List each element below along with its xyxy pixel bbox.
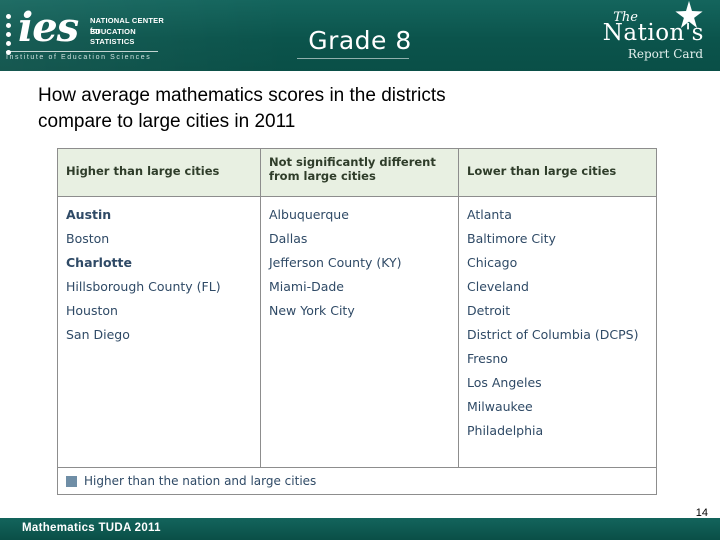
legend-label: Higher than the nation and large cities (84, 474, 317, 488)
list-item: District of Columbia (DCPS) (467, 327, 639, 342)
list-item: Philadelphia (467, 423, 544, 438)
slide-title: How average mathematics scores in the di… (38, 83, 678, 135)
list-item: Atlanta (467, 207, 512, 222)
list-item: Cleveland (467, 279, 529, 294)
list-item: Charlotte (66, 255, 132, 270)
list-item: Detroit (467, 303, 511, 318)
comparison-table: Higher than large cities Not significant… (57, 148, 657, 495)
table-header-not-significant-line1: Not significantly different (269, 155, 436, 169)
list-item: Albuquerque (269, 207, 349, 222)
nrc-report-label: Report Card (627, 47, 703, 61)
table-column-not-significant: Albuquerque Dallas Jefferson County (KY)… (260, 197, 458, 467)
list-item: Chicago (467, 255, 518, 270)
nrc-nation-label: Nation's (602, 20, 704, 46)
table-header-not-significant-line2: from large cities (269, 169, 376, 183)
list-item: Dallas (269, 231, 308, 246)
list-item: Los Angeles (467, 375, 542, 390)
title-underline (297, 58, 409, 59)
list-item: Hillsborough County (FL) (66, 279, 221, 294)
list-item: Baltimore City (467, 231, 556, 246)
slide-header: ies NATIONAL CENTER for EDUCATION STATIS… (0, 0, 720, 71)
nations-report-card-logo: The Nation's Report Card (572, 0, 712, 68)
table-column-higher: Austin Boston Charlotte Hillsborough Cou… (58, 197, 260, 467)
ies-tagline: Institute of Education Sciences (6, 54, 152, 61)
list-item: Austin (66, 207, 112, 222)
list-item: Jefferson County (KY) (269, 255, 402, 270)
list-item: Boston (66, 231, 110, 246)
slide-title-line1: How average mathematics scores in the di… (38, 85, 446, 106)
list-item: San Diego (66, 327, 130, 342)
list-item: Fresno (467, 351, 508, 366)
list-item: Houston (66, 303, 118, 318)
table-body: Austin Boston Charlotte Hillsborough Cou… (58, 197, 656, 467)
list-item: New York City (269, 303, 355, 318)
table-header-not-significant: Not significantly different from large c… (260, 149, 458, 196)
legend-swatch-icon (66, 475, 77, 487)
footer-label: Mathematics TUDA 2011 (22, 522, 161, 534)
table-header-row: Higher than large cities Not significant… (58, 149, 656, 197)
list-item: Miami-Dade (269, 279, 344, 294)
slide-title-line2: compare to large cities in 2011 (38, 111, 296, 132)
table-column-lower: Atlanta Baltimore City Chicago Cleveland… (458, 197, 656, 467)
list-item: Milwaukee (467, 399, 533, 414)
table-header-higher: Higher than large cities (66, 164, 220, 178)
table-legend: Higher than the nation and large cities (58, 467, 656, 494)
table-header-lower: Lower than large cities (458, 149, 656, 196)
